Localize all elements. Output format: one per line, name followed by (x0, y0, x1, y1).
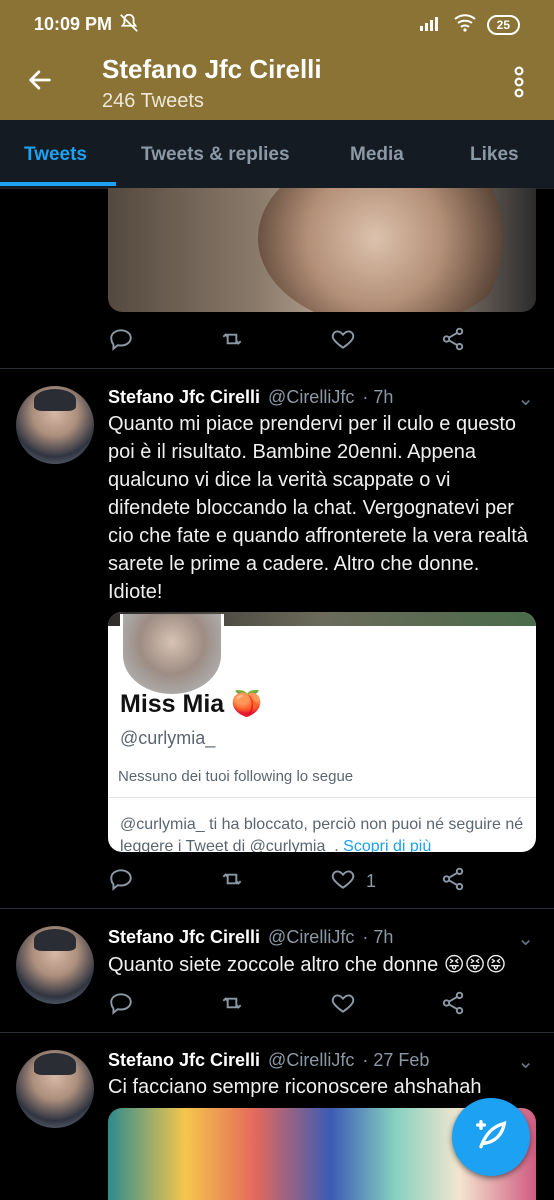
like-button[interactable]: 1 (330, 866, 376, 897)
card-avatar (120, 614, 224, 697)
tweet-time: · 7h (362, 387, 394, 407)
reply-icon[interactable] (108, 990, 134, 1016)
share-icon[interactable] (440, 326, 466, 352)
reply-icon[interactable] (108, 866, 134, 892)
tweet-count: 246 Tweets (102, 90, 204, 112)
tweet-actions (108, 326, 528, 356)
compose-feather-icon (471, 1115, 511, 1160)
retweet-icon[interactable] (218, 866, 246, 892)
tweet-time: · 27 Feb (362, 1050, 430, 1070)
quoted-card[interactable]: Miss Mia 🍑 @curlymia_ Nessuno dei tuoi f… (108, 612, 536, 852)
like-count: 1 (366, 871, 377, 891)
tweet-header: Stefano Jfc Cirelli @CirelliJfc · 27 Feb (108, 1050, 429, 1071)
signal-icon (419, 13, 443, 36)
compose-tweet-button[interactable] (452, 1098, 530, 1176)
status-time: 10:09 PM (34, 14, 113, 34)
tweet-text: Quanto mi piace prendervi per il culo e … (108, 413, 528, 603)
avatar[interactable] (16, 386, 94, 464)
status-bar: 10:09 PM 25 (0, 0, 554, 48)
tab-likes[interactable]: Likes (470, 144, 519, 166)
retweet-icon[interactable] (218, 990, 246, 1016)
like-icon[interactable] (330, 326, 356, 352)
divider (0, 908, 554, 909)
tweet-text: Quanto siete zoccole altro che donne 😝😝😝 (108, 954, 507, 976)
wifi-icon (453, 12, 477, 37)
tweet-author-handle: @CirelliJfc (268, 927, 355, 947)
tweet-text: Ci facciano sempre riconoscere ahshahah (108, 1076, 482, 1098)
back-arrow-icon[interactable] (26, 66, 54, 99)
share-icon[interactable] (440, 990, 466, 1016)
tab-tweets[interactable]: Tweets (24, 144, 87, 166)
avatar[interactable] (16, 1050, 94, 1128)
chevron-down-icon[interactable]: ⌄ (517, 1049, 534, 1074)
tweet-author-name[interactable]: Stefano Jfc Cirelli (108, 927, 260, 948)
avatar[interactable] (16, 926, 94, 1004)
mute-icon (118, 12, 140, 39)
card-name: Miss Mia 🍑 (120, 690, 263, 718)
divider (0, 1032, 554, 1033)
app-bar: Stefano Jfc Cirelli 246 Tweets (0, 48, 554, 120)
page-title: Stefano Jfc Cirelli (102, 54, 322, 84)
divider (0, 368, 554, 369)
tweet-author-name[interactable]: Stefano Jfc Cirelli (108, 1050, 260, 1071)
battery-icon: 25 (486, 14, 520, 35)
tweet-actions (108, 990, 528, 1020)
tab-tweets-and-replies[interactable]: Tweets & replies (141, 144, 290, 166)
tweet-header: Stefano Jfc Cirelli @CirelliJfc · 7h (108, 927, 393, 948)
like-icon[interactable] (330, 866, 356, 897)
tweet-author-handle: @CirelliJfc (268, 1050, 355, 1070)
card-handle: @curlymia_ (120, 728, 216, 748)
card-blocked-text: @curlymia_ ti ha bloccato, perciò non pu… (120, 814, 530, 852)
card-divider (108, 797, 536, 798)
more-vertical-icon[interactable] (510, 66, 528, 103)
share-icon[interactable] (440, 866, 466, 892)
learn-more-link[interactable]: Scopri di più (343, 838, 431, 852)
card-note: Nessuno dei tuoi following lo segue (118, 768, 354, 785)
tweet-media-image[interactable] (108, 188, 536, 312)
tweet-author-handle: @CirelliJfc (268, 387, 355, 407)
tweet-time: · 7h (362, 927, 394, 947)
like-icon[interactable] (330, 990, 356, 1016)
chevron-down-icon[interactable]: ⌄ (517, 926, 534, 951)
reply-icon[interactable] (108, 326, 134, 352)
tweet-actions: 1 (108, 866, 528, 896)
retweet-icon[interactable] (218, 326, 246, 352)
tweet-author-name[interactable]: Stefano Jfc Cirelli (108, 387, 260, 408)
active-tab-indicator (0, 182, 116, 186)
tab-media[interactable]: Media (350, 144, 404, 166)
profile-tabs: Tweets Tweets & replies Media Likes (0, 120, 554, 189)
tweet-header: Stefano Jfc Cirelli @CirelliJfc · 7h (108, 387, 393, 408)
chevron-down-icon[interactable]: ⌄ (517, 386, 534, 411)
blocked-message: @curlymia_ ti ha bloccato, perciò non pu… (120, 816, 524, 852)
